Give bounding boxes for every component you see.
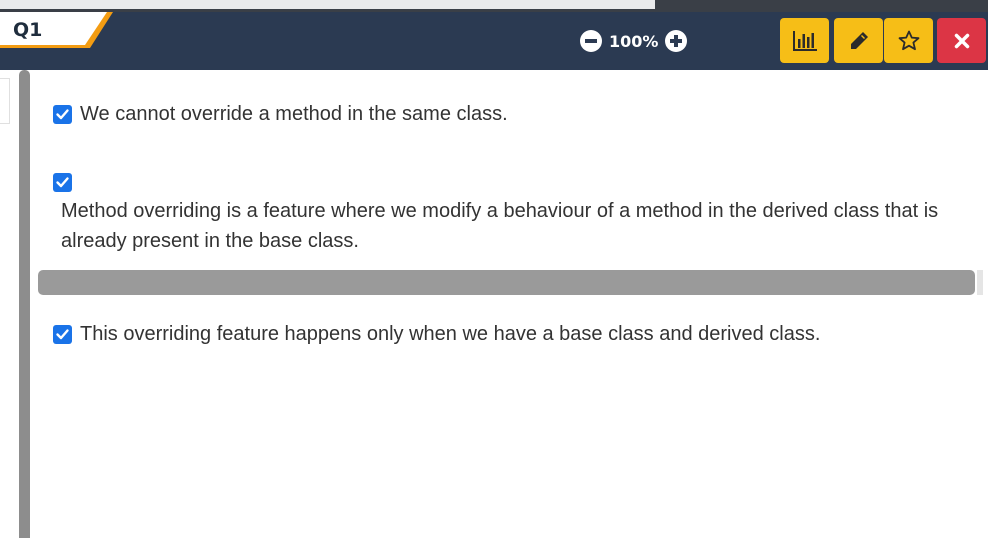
horizontal-scrollbar[interactable] xyxy=(38,270,975,295)
checkmark-icon xyxy=(56,177,69,188)
checkmark-icon xyxy=(56,329,69,340)
question-label: Q1 xyxy=(13,19,43,41)
option-checkbox[interactable] xyxy=(53,105,72,124)
stats-button[interactable] xyxy=(780,18,829,63)
option-checkbox[interactable] xyxy=(53,173,72,192)
option-text: We cannot override a method in the same … xyxy=(80,103,508,125)
top-strip xyxy=(0,0,988,12)
scrollbar-track-end xyxy=(977,270,983,295)
edit-button[interactable] xyxy=(834,18,883,63)
zoom-out-icon[interactable] xyxy=(580,30,602,52)
pencil-icon xyxy=(850,31,868,49)
option-text: This overriding feature happens only whe… xyxy=(80,323,821,345)
favorite-button[interactable] xyxy=(884,18,933,63)
header-bar: Q1 100% xyxy=(0,12,988,70)
close-icon xyxy=(954,33,969,48)
star-icon xyxy=(898,30,919,51)
zoom-in-icon[interactable] xyxy=(665,30,688,52)
zoom-control: 100% xyxy=(580,30,688,52)
checkmark-icon xyxy=(56,109,69,120)
zoom-level: 100% xyxy=(609,31,659,51)
bar-chart-icon xyxy=(792,30,817,51)
option-checkbox[interactable] xyxy=(53,325,72,344)
vertical-scrollbar[interactable] xyxy=(19,70,30,538)
close-button[interactable] xyxy=(937,18,986,63)
option-text: Method overriding is a feature where we … xyxy=(61,200,939,252)
question-tab[interactable]: Q1 xyxy=(0,12,115,48)
left-panel-edge xyxy=(0,78,10,124)
top-strip-light xyxy=(0,0,655,9)
